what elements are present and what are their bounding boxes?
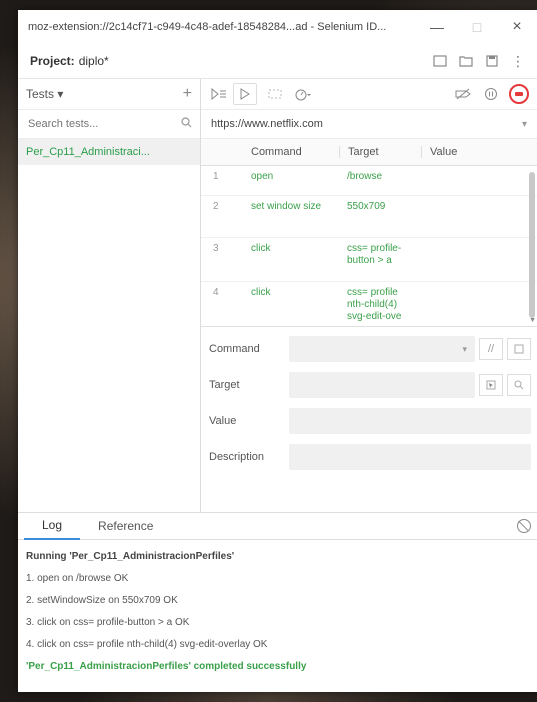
disable-breakpoints-icon[interactable] bbox=[449, 82, 477, 106]
project-label: Project: bbox=[30, 54, 75, 68]
commands-table: 1 open /browse 2 set window size 550x709… bbox=[201, 166, 537, 327]
header-command: Command bbox=[251, 146, 302, 158]
more-options-icon[interactable]: ⋮ bbox=[505, 48, 531, 74]
target-row: Target bbox=[209, 367, 531, 403]
new-project-icon[interactable] bbox=[427, 48, 453, 74]
search-tests-input[interactable] bbox=[26, 117, 181, 131]
value-label: Value bbox=[209, 415, 237, 427]
pause-on-exceptions-icon[interactable] bbox=[477, 82, 505, 106]
tab-log[interactable]: Log bbox=[24, 512, 81, 540]
save-project-icon[interactable] bbox=[479, 48, 505, 74]
header-target: Target bbox=[339, 146, 421, 158]
log-line: 3. click on css= profile-button > a OK bbox=[26, 617, 190, 628]
row-command: click bbox=[251, 287, 271, 298]
close-button[interactable]: × bbox=[497, 18, 537, 36]
main-area: Tests ▾ + Per_Cp11_Administraci... bbox=[18, 79, 537, 512]
clear-log-icon[interactable] bbox=[517, 519, 531, 533]
command-editor: Command ▾ // Target Value Description bbox=[201, 327, 537, 512]
chevron-down-icon[interactable]: ▾ bbox=[462, 344, 467, 355]
row-target: css= profile-button > a bbox=[347, 243, 402, 266]
row-number: 2 bbox=[213, 201, 219, 212]
description-label: Description bbox=[209, 451, 265, 463]
log-line: 'Per_Cp11_AdministracionPerfiles' comple… bbox=[26, 661, 307, 672]
log-line: 2. setWindowSize on 550x709 OK bbox=[26, 595, 178, 606]
record-icon[interactable] bbox=[505, 82, 533, 106]
open-project-icon[interactable] bbox=[453, 48, 479, 74]
command-input[interactable]: ▾ bbox=[289, 336, 475, 362]
test-search bbox=[18, 110, 200, 139]
find-target-icon[interactable] bbox=[507, 374, 531, 396]
description-input[interactable] bbox=[289, 444, 531, 470]
target-input[interactable] bbox=[289, 372, 475, 398]
header-value: Value bbox=[421, 146, 537, 158]
selenium-ide-window: moz-extension://2c14cf71-c949-4c48-adef-… bbox=[18, 10, 537, 692]
run-all-tests-icon[interactable] bbox=[205, 82, 233, 106]
value-input[interactable] bbox=[289, 408, 531, 434]
editor-panel: https://www.netflix.com ▾ Command Target… bbox=[201, 79, 537, 512]
speed-icon[interactable] bbox=[289, 82, 317, 106]
tests-header: Tests ▾ + bbox=[18, 79, 200, 110]
command-row: Command ▾ // bbox=[209, 331, 531, 367]
description-row: Description bbox=[209, 439, 531, 475]
base-url[interactable]: https://www.netflix.com bbox=[211, 118, 522, 130]
comment-toggle-icon[interactable]: // bbox=[479, 338, 503, 360]
row-command: open bbox=[251, 171, 274, 182]
row-value bbox=[421, 201, 537, 233]
log-tabs: Log Reference bbox=[18, 513, 537, 540]
table-row[interactable]: 3 click css= profile-button > a bbox=[201, 238, 537, 282]
tests-dropdown[interactable]: Tests ▾ bbox=[26, 87, 183, 101]
log-line: 1. open on /browse OK bbox=[26, 573, 129, 584]
row-number: 4 bbox=[213, 287, 219, 298]
scroll-down-icon[interactable]: ▼ bbox=[529, 317, 536, 324]
command-label: Command bbox=[209, 343, 260, 355]
tab-reference[interactable]: Reference bbox=[80, 513, 171, 539]
base-url-bar[interactable]: https://www.netflix.com ▾ bbox=[201, 110, 537, 139]
table-row[interactable]: 2 set window size 550x709 bbox=[201, 196, 537, 238]
search-icon bbox=[181, 117, 192, 131]
table-row[interactable]: 1 open /browse bbox=[201, 166, 537, 196]
log-panel: Log Reference Running 'Per_Cp11_Administ… bbox=[18, 512, 537, 692]
row-number: 1 bbox=[213, 171, 219, 182]
test-list-item[interactable]: Per_Cp11_Administraci... bbox=[18, 139, 200, 165]
target-label: Target bbox=[209, 379, 240, 391]
row-command: set window size bbox=[251, 201, 322, 212]
row-target: 550x709 bbox=[347, 201, 386, 212]
run-current-test-icon[interactable] bbox=[233, 83, 257, 105]
row-command: click bbox=[251, 243, 271, 254]
commands-table-header: Command Target Value bbox=[201, 139, 537, 166]
log-line: Running 'Per_Cp11_AdministracionPerfiles… bbox=[26, 551, 235, 562]
run-toolbar bbox=[201, 79, 537, 110]
step-over-icon[interactable] bbox=[261, 82, 289, 106]
row-value bbox=[421, 243, 537, 277]
row-target: /browse bbox=[347, 171, 383, 182]
log-output: Running 'Per_Cp11_AdministracionPerfiles… bbox=[18, 540, 537, 684]
row-value bbox=[421, 287, 537, 326]
title-bar: moz-extension://2c14cf71-c949-4c48-adef-… bbox=[18, 10, 537, 44]
log-line: 4. click on css= profile nth-child(4) sv… bbox=[26, 639, 268, 650]
maximize-button[interactable]: □ bbox=[457, 19, 497, 35]
select-target-icon[interactable] bbox=[479, 374, 503, 396]
add-test-button[interactable]: + bbox=[183, 85, 192, 103]
row-number: 3 bbox=[213, 243, 219, 254]
window-title: moz-extension://2c14cf71-c949-4c48-adef-… bbox=[28, 21, 387, 33]
open-reference-icon[interactable] bbox=[507, 338, 531, 360]
minimize-button[interactable]: — bbox=[417, 19, 457, 35]
project-name[interactable]: diplo* bbox=[79, 54, 427, 68]
table-scrollbar[interactable] bbox=[529, 172, 535, 318]
chevron-down-icon[interactable]: ▾ bbox=[522, 119, 527, 130]
table-row[interactable]: 4 click css= profile nth-child(4) svg-ed… bbox=[201, 282, 537, 326]
value-row: Value bbox=[209, 403, 531, 439]
row-target: css= profile nth-child(4) svg-edit-ove bbox=[347, 287, 402, 322]
project-bar: Project: diplo* ⋮ bbox=[18, 44, 537, 79]
tests-panel: Tests ▾ + Per_Cp11_Administraci... bbox=[18, 79, 201, 512]
row-value bbox=[421, 171, 537, 191]
